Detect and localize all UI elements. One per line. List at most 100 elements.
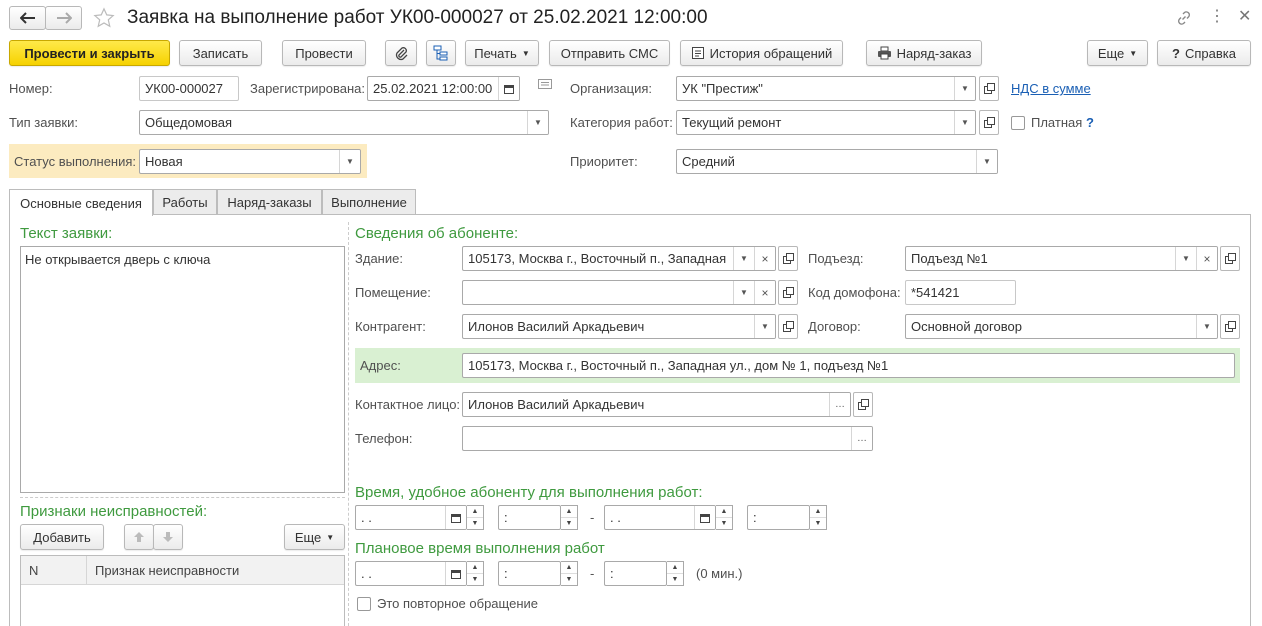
paid-checkbox[interactable] (1011, 116, 1025, 130)
room-field[interactable]: ▼ × (462, 280, 776, 305)
convenient-end-time[interactable]: : (747, 505, 810, 530)
link-icon[interactable] (1176, 10, 1192, 29)
paid-help-icon[interactable]: ? (1086, 115, 1094, 131)
tab-main-info[interactable]: Основные сведения (9, 189, 153, 216)
convenient-start-date[interactable]: . . (355, 505, 467, 530)
planned-end-time[interactable]: : (604, 561, 667, 586)
planned-end-time-spinner[interactable]: ▲ ▼ (667, 561, 684, 586)
category-field[interactable]: Текущий ремонт ▼ (676, 110, 976, 135)
dropdown-icon[interactable]: ▼ (733, 281, 754, 304)
dropdown-icon[interactable]: ▼ (954, 77, 975, 100)
open-room-button[interactable] (778, 280, 798, 305)
tab-works[interactable]: Работы (153, 189, 217, 214)
intercom-field[interactable]: *541421 (905, 280, 1016, 305)
help-button[interactable]: ? Справка (1157, 40, 1251, 66)
add-fault-button[interactable]: Добавить (20, 524, 104, 550)
organization-field[interactable]: УК "Престиж" ▼ (676, 76, 976, 101)
type-field[interactable]: Общедомовая ▼ (139, 110, 549, 135)
building-field[interactable]: 105173, Москва г., Восточный п., Западна… (462, 246, 776, 271)
more-vertical-icon[interactable]: ⋮ (1209, 9, 1225, 25)
contractor-field[interactable]: Илонов Василий Аркадьевич ▼ (462, 314, 776, 339)
send-sms-button[interactable]: Отправить СМС (549, 40, 670, 66)
duration-minutes: (0 мин.) (696, 566, 743, 581)
open-category-button[interactable] (979, 110, 999, 135)
more-button[interactable]: Еще ▼ (1087, 40, 1148, 66)
move-down-button[interactable] (153, 524, 183, 550)
planned-start-date-spinner[interactable]: ▲ ▼ (467, 561, 484, 586)
select-ellipsis-icon[interactable]: … (829, 393, 850, 416)
planned-start-time[interactable]: : (498, 561, 561, 586)
clear-icon[interactable]: × (1196, 247, 1217, 270)
convenient-start-time-spinner[interactable]: ▲ ▼ (561, 505, 578, 530)
column-header-fault[interactable]: Признак неисправности (87, 556, 247, 584)
attach-button[interactable] (385, 40, 417, 66)
room-label: Помещение: (355, 285, 431, 300)
work-order-button[interactable]: Наряд-заказ (866, 40, 982, 66)
clear-icon[interactable]: × (754, 247, 775, 270)
open-building-button[interactable] (778, 246, 798, 271)
write-button[interactable]: Записать (179, 40, 262, 66)
building-label: Здание: (355, 251, 403, 266)
open-contact-button[interactable] (853, 392, 873, 417)
convenient-end-date[interactable]: . . (604, 505, 716, 530)
paid-label: Платная (1031, 115, 1083, 130)
column-header-n[interactable]: N (21, 556, 87, 584)
tab-execution[interactable]: Выполнение (322, 189, 416, 214)
favorite-star-icon[interactable] (93, 7, 115, 32)
open-entrance-button[interactable] (1220, 246, 1240, 271)
clear-icon[interactable]: × (754, 281, 775, 304)
planned-start-date[interactable]: . . (355, 561, 467, 586)
status-field[interactable]: Новая ▼ (139, 149, 361, 174)
post-button[interactable]: Провести (282, 40, 366, 66)
contract-field[interactable]: Основной договор ▼ (905, 314, 1218, 339)
dropdown-icon[interactable]: ▼ (733, 247, 754, 270)
faults-more-button[interactable]: Еще ▼ (284, 524, 345, 550)
subscriber-title: Сведения об абоненте: (355, 225, 519, 242)
back-button[interactable] (9, 6, 46, 30)
open-icon (782, 287, 794, 298)
phone-label: Телефон: (355, 431, 413, 446)
registered-date-field[interactable]: 25.02.2021 12:00:00 (367, 76, 520, 101)
open-organization-button[interactable] (979, 76, 999, 101)
dropdown-icon[interactable]: ▼ (1175, 247, 1196, 270)
dropdown-icon[interactable]: ▼ (339, 150, 360, 173)
priority-field[interactable]: Средний ▼ (676, 149, 998, 174)
tab-work-orders[interactable]: Наряд-заказы (217, 189, 322, 214)
close-icon[interactable]: ✕ (1238, 9, 1251, 25)
structure-button[interactable] (426, 40, 456, 66)
calendar-icon[interactable] (445, 506, 466, 529)
address-field[interactable]: 105173, Москва г., Восточный п., Западна… (462, 353, 1235, 378)
planned-start-time-spinner[interactable]: ▲ ▼ (561, 561, 578, 586)
column-splitter[interactable] (348, 222, 349, 626)
convenient-end-date-spinner[interactable]: ▲ ▼ (716, 505, 733, 530)
comment-icon[interactable] (538, 79, 552, 94)
splitter[interactable] (20, 497, 345, 498)
dropdown-icon[interactable]: ▼ (527, 111, 548, 134)
convenient-end-time-spinner[interactable]: ▲ ▼ (810, 505, 827, 530)
calendar-icon[interactable] (694, 506, 715, 529)
open-contractor-button[interactable] (778, 314, 798, 339)
request-text-area[interactable]: Не открывается дверь с ключа (20, 246, 345, 493)
history-button[interactable]: История обращений (680, 40, 843, 66)
convenient-start-time[interactable]: : (498, 505, 561, 530)
convenient-start-date-spinner[interactable]: ▲ ▼ (467, 505, 484, 530)
dropdown-icon[interactable]: ▼ (754, 315, 775, 338)
forward-button[interactable] (45, 6, 82, 30)
move-up-button[interactable] (124, 524, 154, 550)
open-contract-button[interactable] (1220, 314, 1240, 339)
entrance-field[interactable]: Подъезд №1 ▼ × (905, 246, 1218, 271)
dropdown-icon[interactable]: ▼ (954, 111, 975, 134)
print-button[interactable]: Печать ▼ (465, 40, 539, 66)
faults-table[interactable]: N Признак неисправности (20, 555, 345, 626)
number-field[interactable]: УК00-000027 (139, 76, 239, 101)
post-and-close-button[interactable]: Провести и закрыть (9, 40, 170, 66)
vat-link[interactable]: НДС в сумме (1011, 81, 1091, 96)
contact-field[interactable]: Илонов Василий Аркадьевич … (462, 392, 851, 417)
calendar-icon[interactable] (445, 562, 466, 585)
phone-field[interactable]: … (462, 426, 873, 451)
dropdown-icon[interactable]: ▼ (976, 150, 997, 173)
repeat-request-checkbox[interactable] (357, 597, 371, 611)
dropdown-icon[interactable]: ▼ (1196, 315, 1217, 338)
calendar-icon[interactable] (498, 77, 519, 100)
select-ellipsis-icon[interactable]: … (851, 427, 872, 450)
